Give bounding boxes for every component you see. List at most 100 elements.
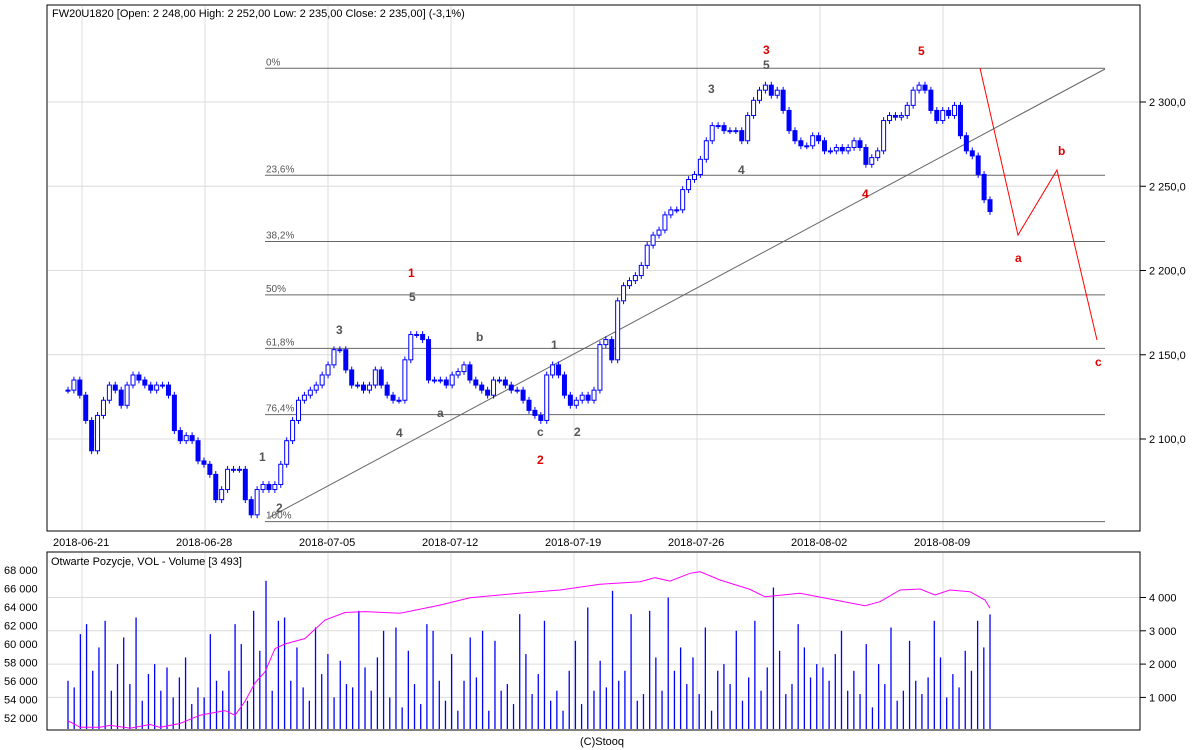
candle-body	[816, 135, 822, 142]
candle-body	[615, 300, 621, 361]
trend-line	[269, 68, 1106, 518]
candle-body	[940, 109, 946, 122]
wave-label-minor: 5	[409, 290, 416, 304]
wave-label-major: 3	[763, 43, 770, 57]
candle-body	[514, 389, 520, 392]
candle-body	[733, 130, 739, 133]
candle-body	[148, 384, 154, 391]
open-interest-line	[67, 571, 991, 729]
candle-body	[934, 109, 940, 122]
open-interest-tick-label: 56 000	[4, 676, 38, 688]
wave-label-minor: 3	[336, 323, 343, 337]
candle-body	[426, 339, 432, 381]
volume-grid	[48, 597, 1139, 698]
open-interest-tick-label: 60 000	[4, 639, 38, 651]
wave-label-major: b	[1058, 144, 1065, 158]
candle-body	[301, 394, 307, 401]
date-axis: 2018-06-21 2018-06-28 2018-07-05 2018-07-12…	[53, 537, 970, 549]
candle-body	[839, 146, 845, 152]
candle-body	[691, 173, 697, 181]
fib-level-label: 23,6%	[266, 164, 294, 175]
wave-label-minor: 2	[574, 425, 581, 439]
candle-body	[875, 150, 881, 159]
candle-body	[987, 199, 993, 213]
candle-body	[751, 99, 757, 116]
candle-body	[810, 135, 816, 147]
candle-body	[892, 114, 898, 118]
candle-body	[502, 379, 508, 386]
price-panel-title: FW20U1820 [Open: 2 248,00 High: 2 252,00…	[52, 8, 465, 20]
candle-body	[77, 379, 83, 396]
candle-body	[526, 399, 532, 411]
wave-label-minor: a	[437, 406, 444, 420]
candle-body	[260, 483, 266, 491]
candle-body	[804, 145, 810, 148]
candle-body	[455, 371, 461, 376]
chart-canvas: FW20U1820 [Open: 2 248,00 High: 2 252,00…	[4, 4, 1186, 748]
candle-body	[313, 384, 319, 391]
fib-level-label: 50%	[266, 284, 286, 295]
date-tick-label: 2018-06-28	[176, 537, 232, 549]
open-interest-tick-label: 68 000	[4, 565, 38, 577]
candle-body	[284, 440, 290, 465]
candle-body	[171, 394, 177, 432]
candle-body	[638, 264, 644, 277]
candle-body	[343, 349, 349, 371]
candle-body	[780, 89, 786, 111]
candle-body	[975, 155, 981, 175]
candle-body	[668, 209, 674, 216]
candle-body	[165, 384, 171, 396]
wave-label-minor: 2	[276, 501, 283, 515]
candle-body	[591, 389, 597, 401]
candle-body	[869, 157, 875, 165]
candle-body	[609, 339, 615, 361]
candle-body	[762, 84, 768, 91]
wave-label-minor: 1	[551, 338, 558, 352]
candle-body	[827, 150, 833, 153]
candle-body	[768, 84, 774, 96]
candle-body	[845, 146, 851, 152]
candle-body	[532, 409, 538, 416]
candle-body	[71, 379, 77, 391]
candle-body	[833, 146, 839, 152]
candle-body	[910, 89, 916, 106]
candle-body	[573, 399, 579, 406]
candle-body	[254, 489, 260, 516]
open-interest-tick-label: 58 000	[4, 658, 38, 670]
candle-body	[89, 419, 95, 452]
candle-body	[786, 109, 792, 132]
candle-body	[112, 384, 118, 391]
candle-body	[603, 339, 609, 346]
date-tick-label: 2018-07-12	[422, 537, 478, 549]
candle-body	[213, 473, 219, 501]
candle-body	[414, 334, 420, 337]
open-interest-tick-label: 62 000	[4, 621, 38, 633]
wave-label-minor: 3	[708, 82, 715, 96]
candle-body	[792, 130, 798, 142]
price-tick-label: 2 100,0	[1149, 434, 1186, 446]
open-interest-tick-label: 52 000	[4, 713, 38, 725]
candle-body	[390, 394, 396, 401]
candle-body	[567, 394, 573, 406]
wave-label-minor: 4	[738, 163, 745, 177]
wave-label-major: 5	[918, 44, 925, 58]
candle-body	[686, 179, 692, 191]
wave-label-major: a	[1015, 251, 1022, 265]
candle-body	[296, 399, 301, 421]
candle-body	[189, 435, 195, 442]
candle-body	[904, 104, 910, 116]
candle-body	[177, 430, 183, 442]
candle-body	[561, 374, 567, 396]
candle-body	[130, 374, 136, 386]
candle-body	[396, 399, 402, 402]
wave-label-major: 4	[862, 187, 869, 201]
candle-body	[757, 89, 762, 101]
wave-label-minor: c	[537, 425, 544, 439]
candle-body	[703, 140, 709, 160]
candle-body	[745, 114, 751, 142]
candle-body	[656, 229, 662, 236]
candle-body	[621, 285, 627, 302]
candle-body	[491, 379, 497, 396]
candle-body	[544, 374, 550, 421]
candle-body	[632, 275, 638, 282]
